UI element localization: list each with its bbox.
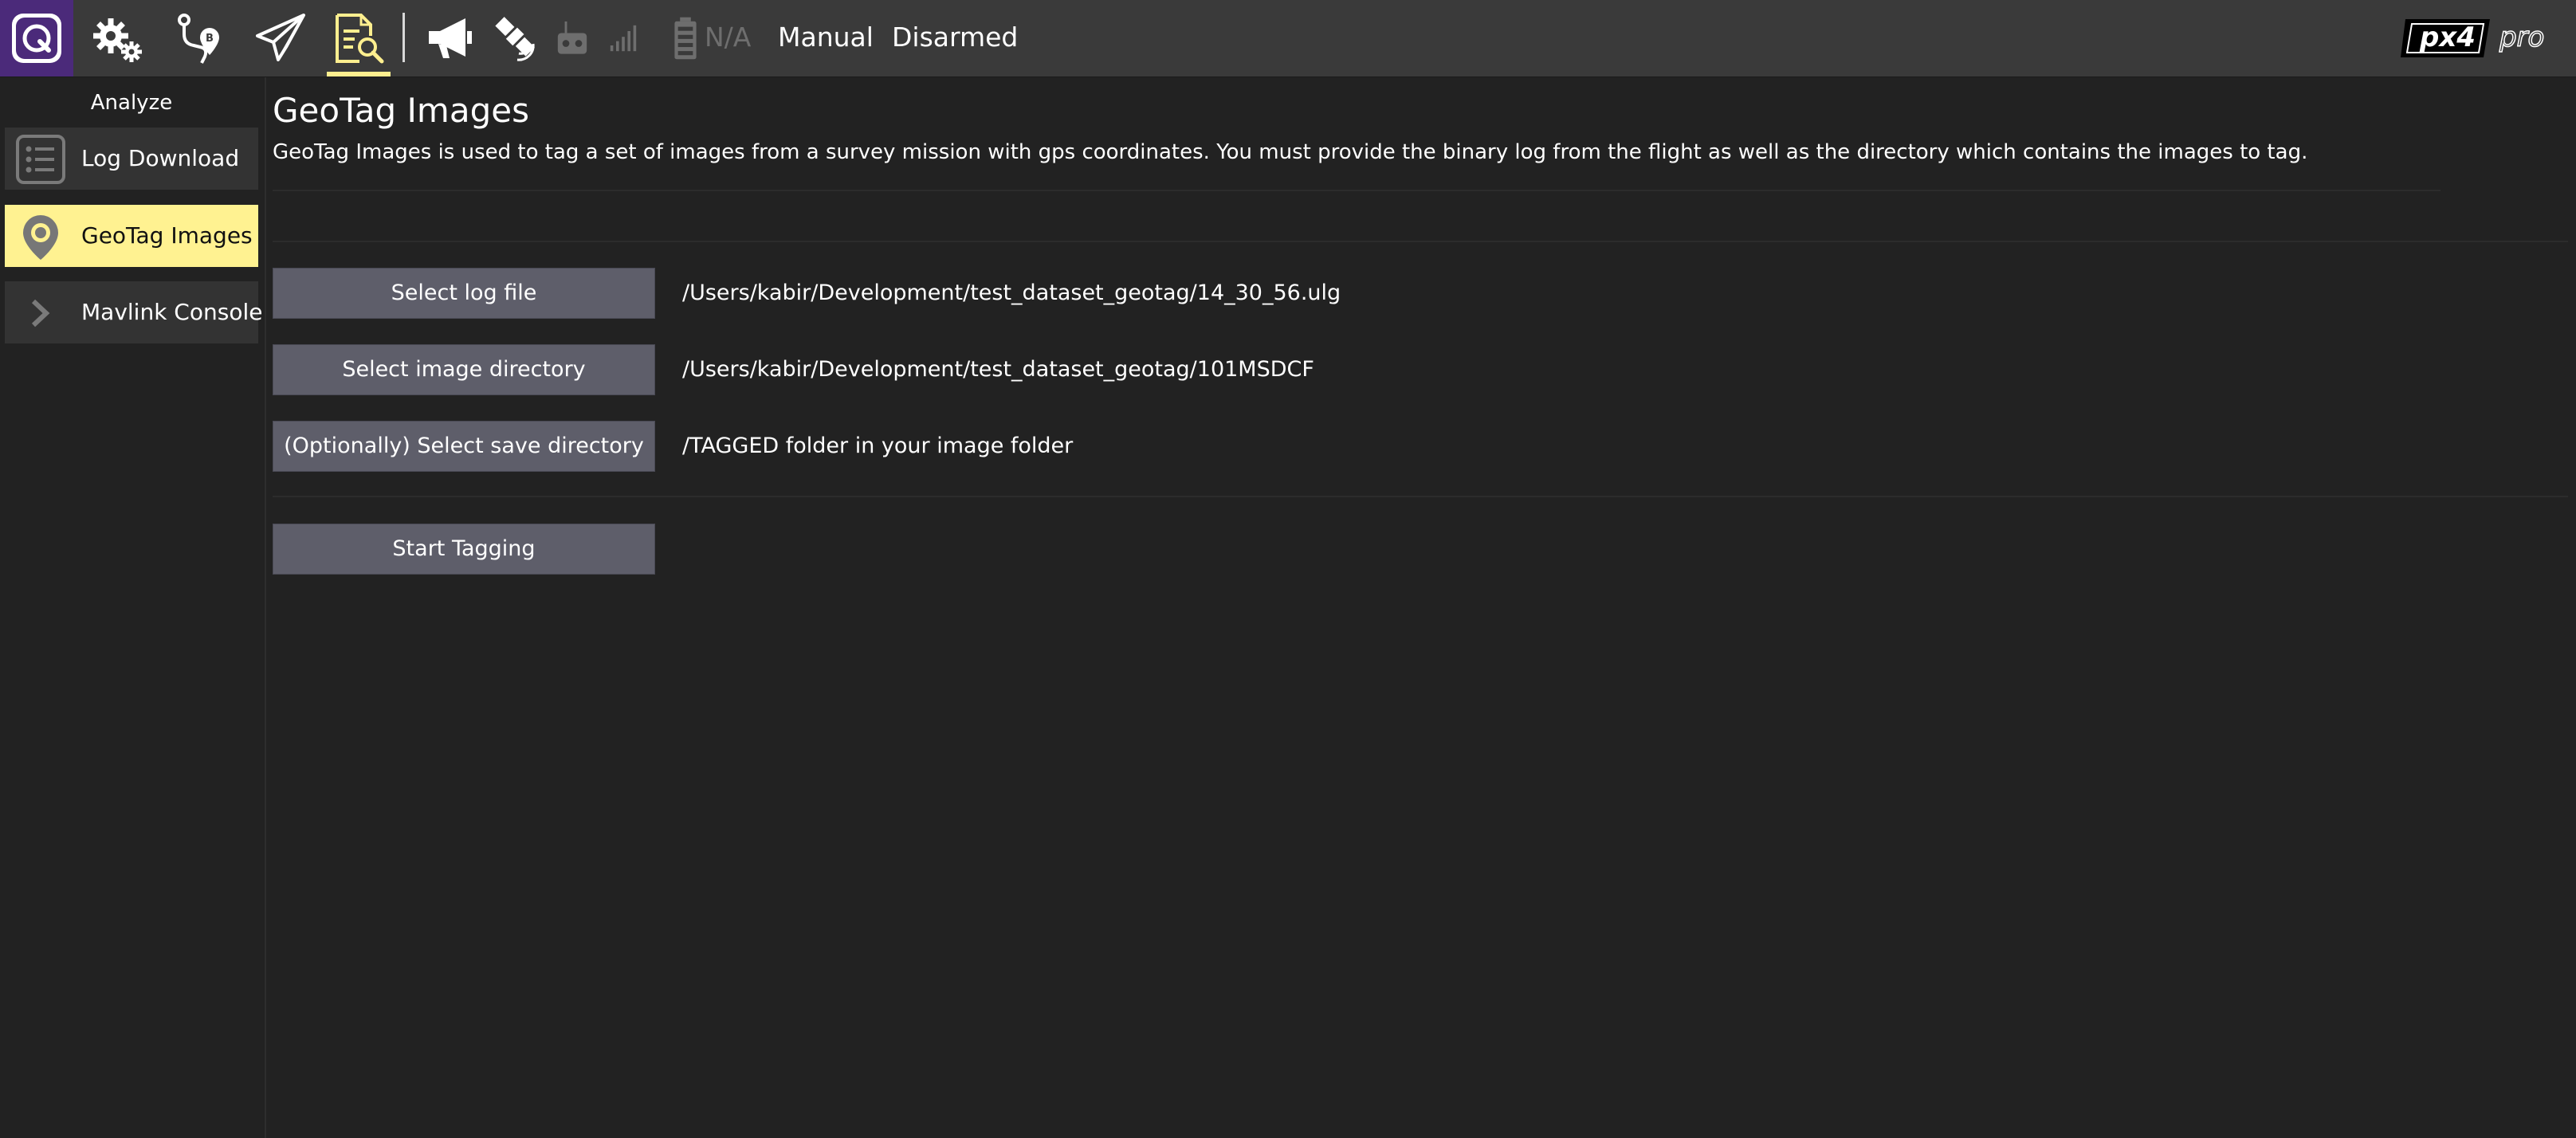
fly-paper-plane-icon (256, 14, 305, 61)
sidebar-item-mavlink-console[interactable]: Mavlink Console (5, 281, 262, 343)
fly-tool-button[interactable] (249, 6, 312, 70)
select-image-directory-button[interactable]: Select image directory (273, 344, 655, 395)
map-pin-icon (16, 212, 65, 261)
satellite-icon (495, 17, 535, 61)
save-directory-path: /TAGGED folder in your image folder (682, 434, 1074, 458)
log-file-path: /Users/kabir/Development/test_dataset_ge… (682, 281, 1341, 305)
sidebar-item-geotag-images[interactable]: GeoTag Images (5, 205, 258, 267)
svg-text:pro: pro (2499, 22, 2544, 53)
select-log-file-button[interactable]: Select log file (273, 268, 655, 319)
page-title: GeoTag Images (273, 91, 529, 130)
megaphone-icon (429, 18, 472, 58)
signal-strength-indicator (607, 6, 639, 70)
select-save-directory-button[interactable]: (Optionally) Select save directory (273, 421, 655, 472)
sidebar-item-label: GeoTag Images (81, 222, 253, 249)
list-icon (16, 135, 65, 184)
toolbar-separator (402, 13, 405, 62)
rc-rssi-indicator[interactable] (553, 6, 591, 70)
plan-tool-button[interactable]: B (167, 6, 231, 70)
section-divider (273, 190, 2441, 191)
px4-pro-brand-icon: px4 pro (2401, 19, 2545, 57)
arm-state-indicator[interactable]: Disarmed (892, 18, 1018, 57)
analyze-sidebar: Analyze Log Download GeoTag Images Mavli… (0, 77, 266, 1138)
section-divider (273, 241, 2568, 242)
page-description: GeoTag Images is used to tag a set of im… (273, 140, 2308, 164)
geotag-panel: GeoTag Images GeoTag Images is used to t… (273, 77, 2568, 1129)
image-directory-path: /Users/kabir/Development/test_dataset_ge… (682, 357, 1314, 382)
battery-status-text: N/A (705, 22, 752, 53)
px4-pro-logo: px4 pro (2401, 10, 2568, 65)
top-toolbar: B N/A Manual Disarmed px4 pro (0, 0, 2576, 77)
settings-gears-icon (93, 18, 142, 62)
analyze-document-icon (336, 14, 384, 64)
svg-text:B: B (206, 33, 214, 45)
sidebar-item-label: Mavlink Console (81, 299, 263, 325)
start-tagging-button[interactable]: Start Tagging (273, 524, 655, 575)
svg-text:px4: px4 (2419, 22, 2476, 53)
qgc-logo-button[interactable] (0, 0, 73, 77)
battery-icon (674, 17, 697, 60)
flight-mode-selector[interactable]: Manual (778, 18, 874, 57)
qgroundcontrol-logo-icon (12, 14, 61, 63)
settings-tool-button[interactable] (86, 6, 150, 70)
signal-bars-icon (610, 25, 637, 52)
sidebar-item-label: Log Download (81, 145, 240, 171)
battery-indicator[interactable] (668, 6, 703, 70)
messages-indicator[interactable] (418, 6, 482, 70)
sidebar-title: Analyze (90, 91, 173, 115)
gps-indicator[interactable] (481, 6, 545, 70)
plan-route-icon: B (178, 14, 219, 64)
chevron-right-icon (16, 288, 65, 338)
section-divider (273, 496, 2568, 497)
analyze-tool-button[interactable] (327, 6, 391, 77)
rc-transmitter-icon (557, 21, 587, 54)
sidebar-item-log-download[interactable]: Log Download (5, 128, 258, 190)
